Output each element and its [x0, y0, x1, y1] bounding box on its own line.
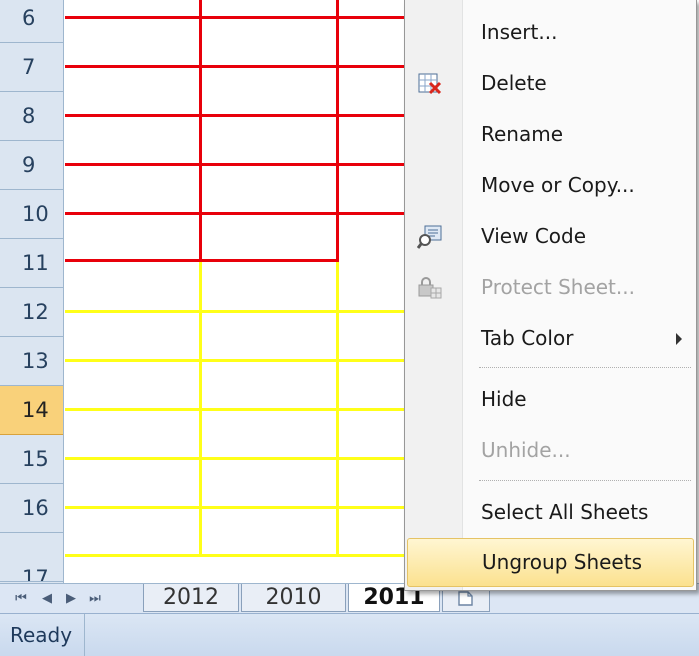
status-bar: Ready	[0, 613, 699, 656]
yellow-border	[199, 262, 202, 556]
row-header-11[interactable]: 11	[0, 239, 63, 288]
menu-label: Tab Color	[481, 326, 574, 350]
menu-item-hide[interactable]: Hide	[407, 375, 694, 424]
row-header-7[interactable]: 7	[0, 43, 63, 92]
menu-label: View Code	[481, 224, 587, 248]
menu-item-rename[interactable]: Rename	[407, 110, 694, 159]
menu-item-tab-color[interactable]: Tab Color	[407, 314, 694, 363]
row-header-17[interactable]: 17	[0, 533, 63, 582]
sheet-tab-2010[interactable]: 2010	[241, 584, 346, 612]
menu-label: Move or Copy...	[481, 173, 635, 197]
status-ready: Ready	[10, 614, 86, 656]
view-code-icon	[416, 224, 443, 250]
row-header-12[interactable]: 12	[0, 288, 63, 337]
menu-item-view-code[interactable]: View Code	[407, 212, 694, 261]
menu-label: Ungroup Sheets	[482, 550, 642, 574]
yellow-border	[336, 262, 339, 556]
submenu-arrow-icon	[676, 333, 682, 345]
prev-sheet-icon[interactable]: ◀	[38, 588, 56, 610]
menu-item-move-or-copy[interactable]: Move or Copy...	[407, 161, 694, 210]
row-header-9[interactable]: 9	[0, 141, 63, 190]
delete-sheet-icon	[417, 71, 443, 97]
first-sheet-icon[interactable]: ⏮	[12, 588, 30, 610]
row-header-10[interactable]: 10	[0, 190, 63, 239]
menu-item-insert[interactable]: Insert...	[407, 8, 694, 57]
last-sheet-icon[interactable]: ⏭	[86, 588, 104, 610]
menu-label: Select All Sheets	[481, 500, 649, 524]
menu-label: Rename	[481, 122, 564, 146]
menu-item-select-all-sheets[interactable]: Select All Sheets	[407, 488, 694, 537]
red-border	[199, 0, 202, 262]
red-border	[336, 0, 339, 262]
sheet-context-menu: Insert... Delete Rename Move or Copy... …	[404, 0, 697, 591]
row-header-14[interactable]: 14	[0, 386, 63, 435]
row-header-15[interactable]: 15	[0, 435, 63, 484]
menu-item-unhide[interactable]: Unhide...	[407, 426, 694, 475]
protect-sheet-icon	[417, 275, 443, 301]
menu-label: Delete	[481, 71, 547, 95]
row-header-13[interactable]: 13	[0, 337, 63, 386]
menu-separator	[479, 480, 691, 481]
sheet-tab-2012[interactable]: 2012	[143, 584, 239, 612]
row-header-16[interactable]: 16	[0, 484, 63, 533]
row-header-8[interactable]: 8	[0, 92, 63, 141]
row-header-6[interactable]: 6	[0, 0, 63, 43]
menu-label: Protect Sheet...	[481, 275, 635, 299]
menu-separator	[479, 367, 691, 368]
menu-label: Hide	[481, 387, 527, 411]
menu-item-protect-sheet[interactable]: Protect Sheet...	[407, 263, 694, 312]
menu-item-delete[interactable]: Delete	[407, 59, 694, 108]
menu-item-ungroup-sheets[interactable]: Ungroup Sheets	[407, 538, 694, 587]
menu-label: Unhide...	[481, 438, 571, 462]
next-sheet-icon[interactable]: ▶	[62, 588, 80, 610]
menu-label: Insert...	[481, 20, 558, 44]
row-headers: 6 7 8 9 10 11 12 13 14 15 16 17	[0, 0, 64, 583]
